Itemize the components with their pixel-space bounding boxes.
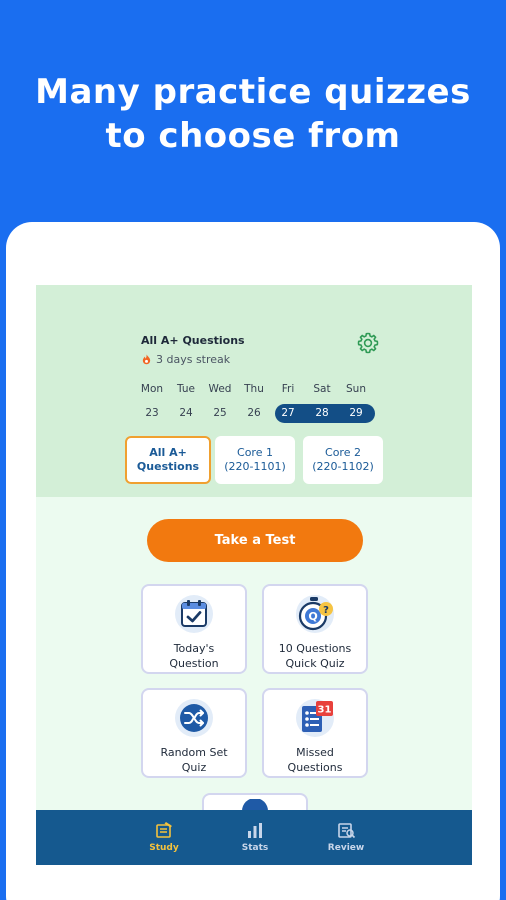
card-label: 10 Questions Quick Quiz — [264, 641, 366, 671]
day-number: 27 — [281, 407, 295, 419]
day-fri: Fri 27 — [272, 381, 304, 423]
tab-label-line-1: Core 1 — [237, 446, 273, 459]
bottom-navigation: Study Stats Review — [36, 810, 472, 865]
tab-core-2[interactable]: Core 2 (220-1102) — [303, 436, 383, 484]
gear-icon[interactable] — [356, 331, 380, 355]
day-name: Sat — [313, 383, 331, 395]
tab-core-1[interactable]: Core 1 (220-1101) — [215, 436, 295, 484]
card-label-line-2: Questions — [287, 761, 343, 774]
tab-label-line-2: Questions — [136, 460, 200, 473]
flame-icon — [142, 354, 151, 365]
tab-label-line-2: (220-1102) — [312, 460, 374, 473]
card-quick-quiz[interactable]: Q ? 10 Questions Quick Quiz — [262, 584, 368, 674]
study-icon — [156, 822, 172, 838]
card-label-line-2: Quick Quiz — [285, 657, 345, 670]
day-name: Wed — [208, 383, 232, 395]
app-screen: All A+ Questions 3 days streak Mon 23 Tu… — [36, 285, 472, 865]
tab-label-line-1: Core 2 — [325, 446, 361, 459]
day-number: 24 — [179, 407, 193, 419]
day-name: Thu — [244, 383, 264, 395]
card-label-line-2: Question — [169, 657, 219, 670]
nav-label: Review — [327, 843, 365, 853]
headline: Many practice quizzes to choose from — [0, 70, 506, 158]
svg-text:Q: Q — [308, 610, 317, 623]
card-label: Missed Questions — [264, 745, 366, 775]
card-todays-question[interactable]: Today's Question — [141, 584, 247, 674]
day-name: Sun — [346, 383, 366, 395]
day-number: 28 — [315, 407, 329, 419]
day-thu: Thu 26 — [238, 381, 270, 423]
day-number: 25 — [213, 407, 227, 419]
streak-indicator: 3 days streak — [141, 353, 230, 366]
day-sat: Sat 28 — [306, 381, 338, 423]
shuffle-icon — [175, 699, 213, 737]
card-label: Today's Question — [143, 641, 245, 671]
svg-text:?: ? — [323, 605, 329, 616]
calendar-check-icon — [175, 595, 213, 633]
card-label: Random Set Quiz — [143, 745, 245, 775]
nav-label: Stats — [241, 843, 269, 853]
card-label-line-1: 10 Questions — [278, 642, 352, 655]
tab-all-questions[interactable]: All A+ Questions — [125, 436, 211, 484]
day-sun: Sun 29 — [340, 381, 372, 423]
day-name: Tue — [177, 383, 195, 395]
day-wed: Wed 25 — [204, 381, 236, 423]
card-label-line-1: Today's — [173, 642, 215, 655]
nav-label: Study — [149, 843, 179, 853]
nav-stats[interactable]: Stats — [225, 810, 285, 865]
card-missed-questions[interactable]: 31 Missed Questions — [262, 688, 368, 778]
day-number: 23 — [145, 407, 159, 419]
day-name: Mon — [140, 383, 164, 395]
card-label-line-2: Quiz — [181, 761, 207, 774]
day-name: Fri — [281, 383, 295, 395]
quiz-title: All A+ Questions — [141, 334, 245, 347]
missed-count-badge: 31 — [318, 705, 332, 716]
card-random-set-quiz[interactable]: Random Set Quiz — [141, 688, 247, 778]
day-number: 29 — [349, 407, 363, 419]
nav-study[interactable]: Study — [134, 810, 194, 865]
card-label-line-1: Random Set — [160, 746, 228, 759]
tab-label-line-2: (220-1101) — [224, 460, 286, 473]
day-tue: Tue 24 — [170, 381, 202, 423]
headline-line-1: Many practice quizzes — [35, 72, 471, 112]
stats-icon — [248, 823, 262, 838]
review-icon — [338, 823, 356, 839]
day-number: 26 — [247, 407, 261, 419]
headline-line-2: to choose from — [105, 116, 401, 156]
tab-label-line-1: All A+ — [149, 446, 187, 459]
missed-list-icon: 31 — [296, 699, 334, 737]
streak-text: 3 days streak — [156, 353, 231, 366]
nav-review[interactable]: Review — [316, 810, 376, 865]
day-mon: Mon 23 — [136, 381, 168, 423]
stopwatch-question-icon: Q ? — [296, 595, 334, 633]
card-label-line-1: Missed — [296, 746, 334, 759]
take-test-button[interactable]: Take a Test — [147, 519, 363, 562]
